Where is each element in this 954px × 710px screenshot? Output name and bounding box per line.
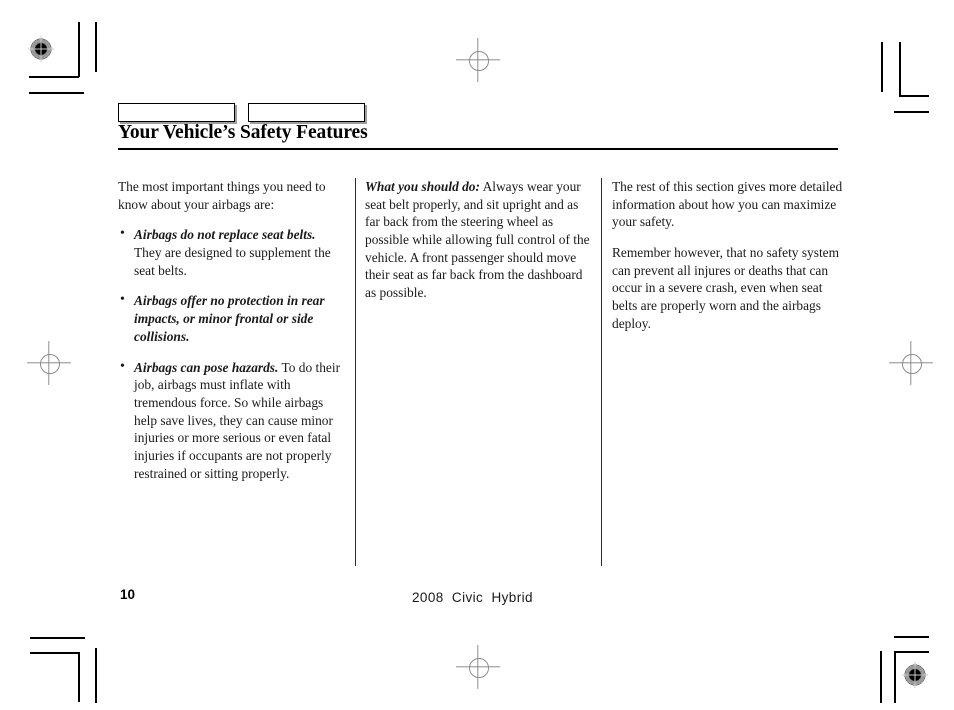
column-left: The most important things you need to kn…: [118, 178, 346, 482]
crop-mark-top-left-horizontal-inner: [29, 76, 79, 78]
bullet-1-body: They are designed to supplement the seat…: [134, 245, 331, 278]
crop-mark-bottom-left-horizontal-inner: [30, 652, 80, 654]
crop-mark-top-right-horizontal-inner: [899, 95, 929, 97]
list-item: Airbags can pose hazards. To do their jo…: [118, 358, 346, 483]
footer-model-name: 2008 Civic Hybrid: [412, 590, 533, 605]
crop-mark-bottom-right-horizontal-inner: [894, 651, 929, 653]
column-right-paragraph-2: Remember however, that no safety system …: [612, 245, 840, 331]
registration-mark-top-center: [456, 38, 500, 82]
bullet-2-lead: Airbags offer no protection in rear impa…: [134, 293, 325, 344]
airbag-facts-list: Airbags do not replace seat belts. They …: [118, 225, 346, 483]
list-item: Airbags do not replace seat belts. They …: [118, 225, 346, 279]
what-you-should-do-lead: What you should do:: [365, 179, 480, 194]
registration-target-top-left: [26, 34, 56, 64]
registration-target-bottom-right: [900, 660, 930, 690]
column-right: The rest of this section gives more deta…: [612, 178, 848, 333]
section-tab-2[interactable]: [248, 103, 365, 122]
crop-mark-top-right-vertical-inner: [881, 42, 883, 92]
crop-mark-bottom-right-horizontal-outer: [894, 636, 929, 638]
page-title: Your Vehicle’s Safety Features: [118, 122, 368, 143]
crop-mark-top-left-vertical-outer: [78, 22, 80, 77]
crop-mark-top-right-vertical-outer: [899, 42, 901, 97]
column-middle: What you should do: Always wear your sea…: [365, 178, 593, 302]
list-item: Airbags offer no protection in rear impa…: [118, 291, 346, 345]
what-you-should-do-paragraph: What you should do: Always wear your sea…: [365, 178, 593, 302]
crop-mark-bottom-right-vertical-inner: [894, 651, 896, 703]
bullet-3-lead: Airbags can pose hazards.: [134, 359, 279, 375]
registration-mark-right-middle: [889, 341, 933, 385]
bullet-3-body: To do their job, airbags must inflate wi…: [134, 359, 341, 481]
title-divider-rule: [118, 148, 838, 150]
crop-mark-top-right-horizontal-outer: [894, 111, 929, 113]
crop-mark-bottom-left-vertical-outer: [95, 648, 97, 703]
crop-mark-bottom-left-horizontal-outer: [30, 637, 85, 639]
crop-mark-bottom-left-vertical-inner: [78, 652, 80, 702]
column-divider-1: [355, 178, 357, 566]
crop-mark-top-left-horizontal-outer: [29, 92, 84, 94]
section-tab-1[interactable]: [118, 103, 235, 122]
column-right-paragraph-1: The rest of this section gives more deta…: [612, 179, 843, 230]
registration-mark-bottom-center: [456, 645, 500, 689]
crop-mark-top-left-vertical-inner: [95, 22, 97, 72]
crop-mark-bottom-right-vertical-outer: [880, 651, 882, 703]
column-left-intro: The most important things you need to kn…: [118, 179, 326, 212]
bullet-1-lead: Airbags do not replace seat belts.: [134, 227, 316, 243]
what-you-should-do-body: Always wear your seat belt properly, and…: [365, 179, 590, 301]
page-number: 10: [120, 587, 136, 602]
registration-mark-left-middle: [27, 341, 71, 385]
manual-page: Your Vehicle’s Safety Features The most …: [0, 0, 954, 710]
column-divider-2: [601, 178, 603, 566]
section-tab-row: [118, 103, 365, 122]
